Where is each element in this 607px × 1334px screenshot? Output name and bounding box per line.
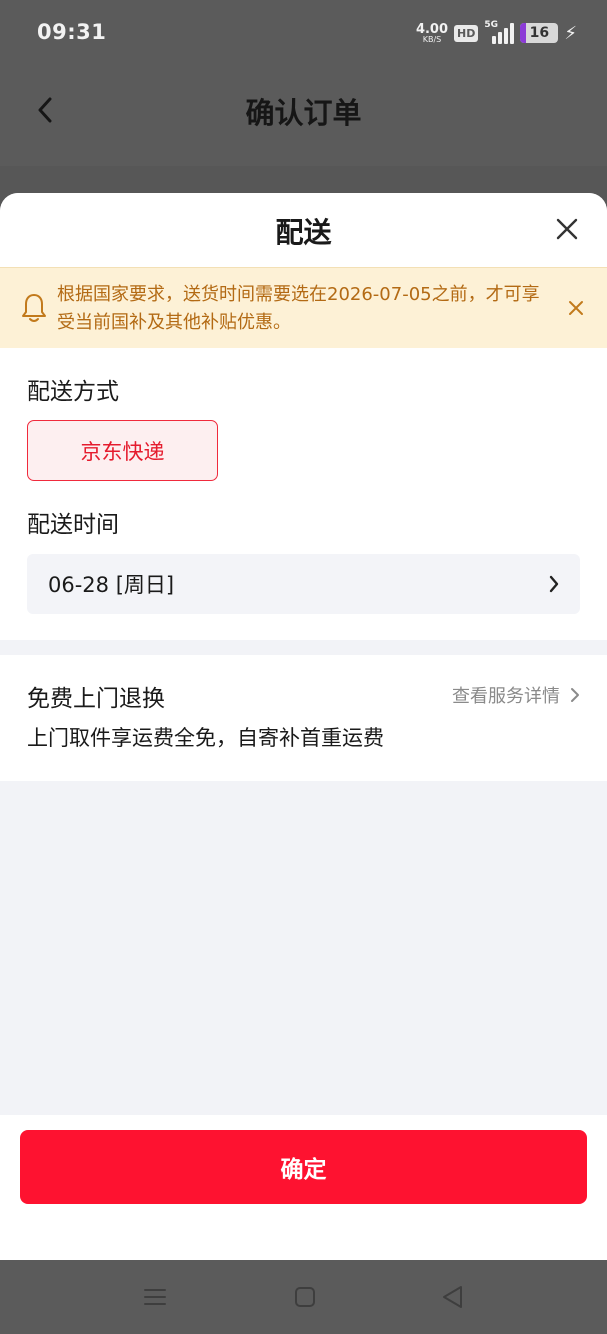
signal-icon: 5G <box>484 20 515 44</box>
free-return-title: 免费上门退换 <box>27 686 165 712</box>
delivery-time-select[interactable]: 06-28 [周日] <box>27 554 580 614</box>
hd-badge: HD <box>454 24 479 42</box>
status-icons: 4.00 KB/S HD 5G 16 ⚡ <box>416 20 577 46</box>
close-icon[interactable] <box>553 215 581 243</box>
chevron-right-icon <box>549 575 559 593</box>
delivery-time-value: 06-28 [周日] <box>48 573 175 597</box>
net-speed-value: 4.00 <box>415 21 449 37</box>
menu-icon[interactable] <box>142 1284 168 1310</box>
notice-close-icon[interactable] <box>567 299 585 317</box>
service-details-link[interactable]: 查看服务详情 <box>452 682 580 708</box>
page-title: 确认订单 <box>245 96 362 130</box>
battery-icon: 16 <box>520 23 559 43</box>
back-triangle-icon[interactable] <box>440 1284 466 1310</box>
notice-text: 根据国家要求，送货时间需要选在2026-07-05之前，才可享受当前国补及其他补… <box>57 284 540 333</box>
sheet-footer: 确定 <box>0 1115 607 1260</box>
delivery-method-label: 配送方式 <box>27 379 119 405</box>
confirm-button[interactable]: 确定 <box>20 1130 587 1204</box>
delivery-card: 配送方式 京东快递 配送时间 06-28 [周日] <box>0 348 607 640</box>
delivery-sheet: 配送 根据国家要求，送货时间需要选在2026-07-05之前，才可享受当前国补及… <box>0 193 607 1260</box>
system-nav-bar <box>0 1260 607 1334</box>
sheet-title: 配送 <box>275 216 332 249</box>
net-speed-unit: KB/S <box>422 34 442 44</box>
notice-banner: 根据国家要求，送货时间需要选在2026-07-05之前，才可享受当前国补及其他补… <box>0 267 607 348</box>
delivery-time-label: 配送时间 <box>27 512 119 538</box>
free-return-desc: 上门取件享运费全免，自寄补首重运费 <box>27 726 384 750</box>
sheet-header: 配送 <box>0 193 607 267</box>
service-details-label: 查看服务详情 <box>452 686 560 707</box>
charging-icon: ⚡ <box>564 22 577 44</box>
network-type: 5G <box>484 20 499 30</box>
net-speed: 4.00 KB/S <box>416 23 448 44</box>
free-return-card: 免费上门退换 查看服务详情 上门取件享运费全免，自寄补首重运费 <box>0 655 607 781</box>
battery-level: 16 <box>529 25 550 41</box>
chevron-right-icon <box>571 688 579 702</box>
bell-icon <box>22 294 46 322</box>
delivery-method-option[interactable]: 京东快递 <box>27 420 218 481</box>
page-header: 确认订单 <box>0 68 607 166</box>
home-square-icon[interactable] <box>292 1284 318 1310</box>
status-time: 09:31 <box>37 20 107 44</box>
status-bar: 09:31 4.00 KB/S HD 5G 16 ⚡ <box>0 0 607 68</box>
